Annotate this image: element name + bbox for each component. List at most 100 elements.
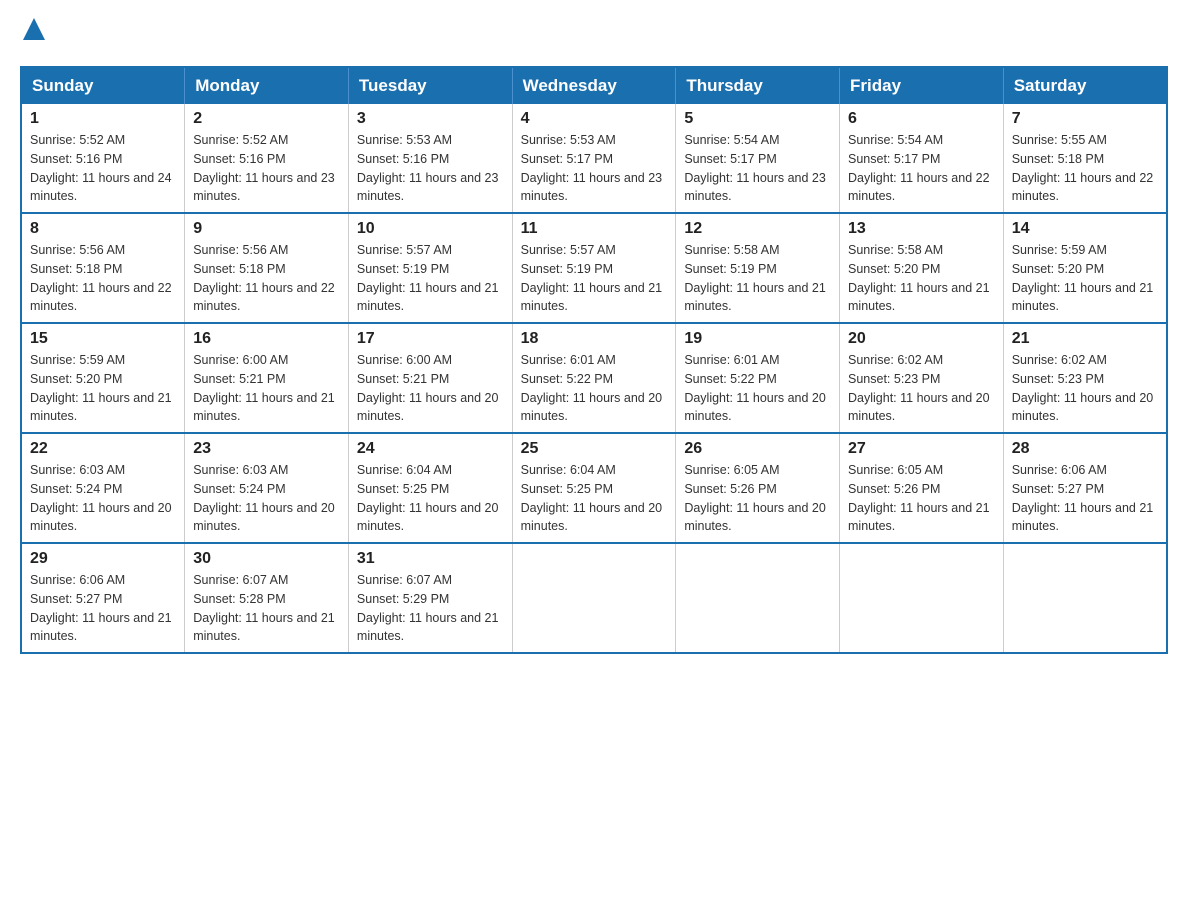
day-info: Sunrise: 5:57 AM Sunset: 5:19 PM Dayligh…: [357, 241, 504, 316]
day-number: 21: [1012, 330, 1158, 348]
day-number: 7: [1012, 110, 1158, 128]
day-info: Sunrise: 5:52 AM Sunset: 5:16 PM Dayligh…: [30, 131, 176, 206]
calendar-day-cell: [512, 543, 676, 653]
calendar-day-cell: [840, 543, 1004, 653]
calendar-day-cell: 31 Sunrise: 6:07 AM Sunset: 5:29 PM Dayl…: [348, 543, 512, 653]
day-number: 8: [30, 220, 176, 238]
calendar-day-cell: 30 Sunrise: 6:07 AM Sunset: 5:28 PM Dayl…: [185, 543, 349, 653]
day-info: Sunrise: 5:53 AM Sunset: 5:17 PM Dayligh…: [521, 131, 668, 206]
calendar-day-cell: 2 Sunrise: 5:52 AM Sunset: 5:16 PM Dayli…: [185, 104, 349, 213]
day-number: 1: [30, 110, 176, 128]
calendar-day-cell: 6 Sunrise: 5:54 AM Sunset: 5:17 PM Dayli…: [840, 104, 1004, 213]
day-number: 3: [357, 110, 504, 128]
day-of-week-header: Monday: [185, 67, 349, 104]
calendar-week-row: 29 Sunrise: 6:06 AM Sunset: 5:27 PM Dayl…: [21, 543, 1167, 653]
day-info: Sunrise: 6:06 AM Sunset: 5:27 PM Dayligh…: [30, 571, 176, 646]
logo: [20, 20, 45, 46]
day-info: Sunrise: 6:03 AM Sunset: 5:24 PM Dayligh…: [30, 461, 176, 536]
day-info: Sunrise: 6:02 AM Sunset: 5:23 PM Dayligh…: [848, 351, 995, 426]
day-info: Sunrise: 5:55 AM Sunset: 5:18 PM Dayligh…: [1012, 131, 1158, 206]
day-number: 5: [684, 110, 831, 128]
day-info: Sunrise: 6:05 AM Sunset: 5:26 PM Dayligh…: [684, 461, 831, 536]
day-of-week-header: Thursday: [676, 67, 840, 104]
calendar-day-cell: 19 Sunrise: 6:01 AM Sunset: 5:22 PM Dayl…: [676, 323, 840, 433]
day-info: Sunrise: 5:59 AM Sunset: 5:20 PM Dayligh…: [1012, 241, 1158, 316]
day-number: 4: [521, 110, 668, 128]
day-info: Sunrise: 5:53 AM Sunset: 5:16 PM Dayligh…: [357, 131, 504, 206]
day-info: Sunrise: 5:56 AM Sunset: 5:18 PM Dayligh…: [193, 241, 340, 316]
day-info: Sunrise: 6:02 AM Sunset: 5:23 PM Dayligh…: [1012, 351, 1158, 426]
page-header: [20, 20, 1168, 46]
day-number: 18: [521, 330, 668, 348]
calendar-day-cell: 16 Sunrise: 6:00 AM Sunset: 5:21 PM Dayl…: [185, 323, 349, 433]
day-number: 23: [193, 440, 340, 458]
calendar-week-row: 1 Sunrise: 5:52 AM Sunset: 5:16 PM Dayli…: [21, 104, 1167, 213]
calendar-day-cell: 27 Sunrise: 6:05 AM Sunset: 5:26 PM Dayl…: [840, 433, 1004, 543]
day-of-week-header: Wednesday: [512, 67, 676, 104]
calendar-day-cell: 11 Sunrise: 5:57 AM Sunset: 5:19 PM Dayl…: [512, 213, 676, 323]
day-number: 6: [848, 110, 995, 128]
day-number: 27: [848, 440, 995, 458]
day-info: Sunrise: 6:04 AM Sunset: 5:25 PM Dayligh…: [357, 461, 504, 536]
calendar-day-cell: [1003, 543, 1167, 653]
calendar-day-cell: 29 Sunrise: 6:06 AM Sunset: 5:27 PM Dayl…: [21, 543, 185, 653]
calendar-day-cell: 18 Sunrise: 6:01 AM Sunset: 5:22 PM Dayl…: [512, 323, 676, 433]
day-of-week-header: Friday: [840, 67, 1004, 104]
calendar-day-cell: 22 Sunrise: 6:03 AM Sunset: 5:24 PM Dayl…: [21, 433, 185, 543]
day-number: 20: [848, 330, 995, 348]
calendar-day-cell: 10 Sunrise: 5:57 AM Sunset: 5:19 PM Dayl…: [348, 213, 512, 323]
calendar-day-cell: 5 Sunrise: 5:54 AM Sunset: 5:17 PM Dayli…: [676, 104, 840, 213]
calendar-day-cell: 8 Sunrise: 5:56 AM Sunset: 5:18 PM Dayli…: [21, 213, 185, 323]
day-number: 10: [357, 220, 504, 238]
day-number: 26: [684, 440, 831, 458]
day-number: 24: [357, 440, 504, 458]
calendar-day-cell: 23 Sunrise: 6:03 AM Sunset: 5:24 PM Dayl…: [185, 433, 349, 543]
day-info: Sunrise: 6:04 AM Sunset: 5:25 PM Dayligh…: [521, 461, 668, 536]
day-number: 31: [357, 550, 504, 568]
calendar-week-row: 15 Sunrise: 5:59 AM Sunset: 5:20 PM Dayl…: [21, 323, 1167, 433]
calendar-day-cell: 21 Sunrise: 6:02 AM Sunset: 5:23 PM Dayl…: [1003, 323, 1167, 433]
calendar-table: SundayMondayTuesdayWednesdayThursdayFrid…: [20, 66, 1168, 654]
day-number: 29: [30, 550, 176, 568]
day-of-week-header: Sunday: [21, 67, 185, 104]
day-number: 14: [1012, 220, 1158, 238]
day-info: Sunrise: 5:57 AM Sunset: 5:19 PM Dayligh…: [521, 241, 668, 316]
day-info: Sunrise: 6:05 AM Sunset: 5:26 PM Dayligh…: [848, 461, 995, 536]
day-info: Sunrise: 6:00 AM Sunset: 5:21 PM Dayligh…: [193, 351, 340, 426]
calendar-day-cell: 24 Sunrise: 6:04 AM Sunset: 5:25 PM Dayl…: [348, 433, 512, 543]
calendar-header-row: SundayMondayTuesdayWednesdayThursdayFrid…: [21, 67, 1167, 104]
calendar-day-cell: 1 Sunrise: 5:52 AM Sunset: 5:16 PM Dayli…: [21, 104, 185, 213]
day-number: 25: [521, 440, 668, 458]
calendar-day-cell: 14 Sunrise: 5:59 AM Sunset: 5:20 PM Dayl…: [1003, 213, 1167, 323]
day-info: Sunrise: 6:01 AM Sunset: 5:22 PM Dayligh…: [521, 351, 668, 426]
day-info: Sunrise: 5:56 AM Sunset: 5:18 PM Dayligh…: [30, 241, 176, 316]
calendar-day-cell: 28 Sunrise: 6:06 AM Sunset: 5:27 PM Dayl…: [1003, 433, 1167, 543]
day-of-week-header: Tuesday: [348, 67, 512, 104]
day-info: Sunrise: 5:54 AM Sunset: 5:17 PM Dayligh…: [848, 131, 995, 206]
calendar-week-row: 22 Sunrise: 6:03 AM Sunset: 5:24 PM Dayl…: [21, 433, 1167, 543]
day-number: 11: [521, 220, 668, 238]
day-of-week-header: Saturday: [1003, 67, 1167, 104]
day-number: 2: [193, 110, 340, 128]
day-info: Sunrise: 5:58 AM Sunset: 5:19 PM Dayligh…: [684, 241, 831, 316]
calendar-day-cell: 3 Sunrise: 5:53 AM Sunset: 5:16 PM Dayli…: [348, 104, 512, 213]
calendar-day-cell: 9 Sunrise: 5:56 AM Sunset: 5:18 PM Dayli…: [185, 213, 349, 323]
day-number: 13: [848, 220, 995, 238]
day-number: 22: [30, 440, 176, 458]
day-number: 15: [30, 330, 176, 348]
day-number: 12: [684, 220, 831, 238]
calendar-day-cell: 26 Sunrise: 6:05 AM Sunset: 5:26 PM Dayl…: [676, 433, 840, 543]
day-info: Sunrise: 5:59 AM Sunset: 5:20 PM Dayligh…: [30, 351, 176, 426]
day-number: 19: [684, 330, 831, 348]
day-number: 17: [357, 330, 504, 348]
calendar-day-cell: 13 Sunrise: 5:58 AM Sunset: 5:20 PM Dayl…: [840, 213, 1004, 323]
calendar-day-cell: 15 Sunrise: 5:59 AM Sunset: 5:20 PM Dayl…: [21, 323, 185, 433]
day-info: Sunrise: 6:07 AM Sunset: 5:28 PM Dayligh…: [193, 571, 340, 646]
day-info: Sunrise: 6:07 AM Sunset: 5:29 PM Dayligh…: [357, 571, 504, 646]
day-info: Sunrise: 5:52 AM Sunset: 5:16 PM Dayligh…: [193, 131, 340, 206]
day-info: Sunrise: 6:00 AM Sunset: 5:21 PM Dayligh…: [357, 351, 504, 426]
logo-triangle-icon: [23, 18, 45, 40]
day-info: Sunrise: 5:58 AM Sunset: 5:20 PM Dayligh…: [848, 241, 995, 316]
day-info: Sunrise: 6:03 AM Sunset: 5:24 PM Dayligh…: [193, 461, 340, 536]
day-info: Sunrise: 5:54 AM Sunset: 5:17 PM Dayligh…: [684, 131, 831, 206]
